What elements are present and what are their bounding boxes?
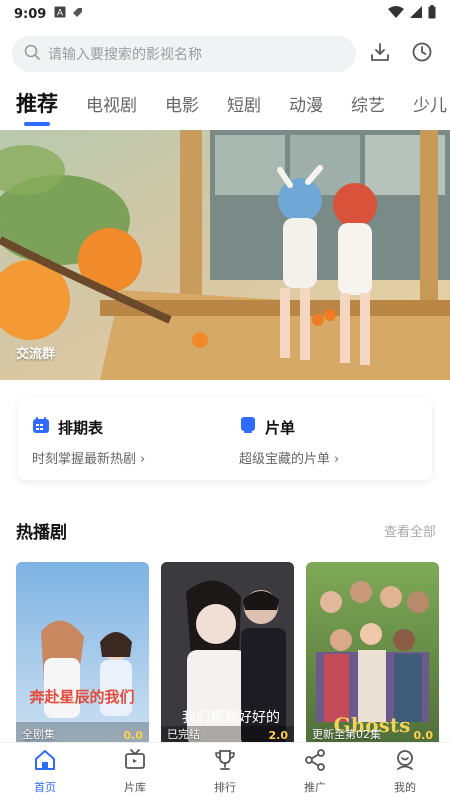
home-icon [33,748,57,776]
poster-card[interactable]: 奔赴星辰的我们 全剧集 0.0 [16,562,149,746]
bottom-nav: 首页 片库 排行 推广 我的 [0,742,450,800]
download-button[interactable] [362,36,398,72]
search-input[interactable]: 请输入要搜索的影视名称 [12,36,356,72]
poster-card[interactable]: Ghosts 更新至第02集 0.0 [306,562,439,746]
poster-score: 0.0 [413,729,434,742]
tab-kids[interactable]: 少儿 [413,91,447,128]
category-tabs: 推荐 电视剧 电影 短剧 动漫 综艺 少儿 [0,84,450,128]
nav-ranking[interactable]: 排行 [180,743,270,800]
user-icon [393,748,417,776]
hot-series-header: 热播剧 查看全部 [16,518,436,543]
poster-badge: 已完结 [167,728,200,741]
clock-icon [411,41,433,67]
playlist-subtitle: 超级宝藏的片单 [239,452,331,467]
hero-banner[interactable]: 交流群 [0,130,450,380]
poster-image: Ghosts [306,562,439,746]
tab-recommend[interactable]: 推荐 [16,88,58,128]
battery-icon [428,5,436,23]
poster-badge: 更新至第02集 [312,728,381,741]
tv-icon [123,748,147,776]
search-row: 请输入要搜索的影视名称 [12,36,440,72]
list-icon [239,416,257,438]
download-icon [369,41,391,67]
poster-image: 奔赴星辰的我们 [16,562,149,746]
nav-profile-label: 我的 [394,781,416,794]
poster-list: 奔赴星辰的我们 全剧集 0.0 我们都要好好的 已完结 2.0 Ghosts 更… [16,562,450,746]
nav-library[interactable]: 片库 [90,743,180,800]
poster-image: 我们都要好好的 [161,562,294,746]
search-placeholder: 请输入要搜索的影视名称 [48,47,202,63]
calendar-icon [32,416,50,438]
view-all-link[interactable]: 查看全部 [384,521,436,540]
poster-badge: 全剧集 [22,728,55,741]
svg-text:A: A [57,9,64,19]
share-icon [303,748,327,776]
signal-icon [410,6,422,22]
notification-tag-icon [71,6,84,23]
tab-movie[interactable]: 电影 [165,91,199,128]
nav-home-label: 首页 [34,781,56,794]
status-time: 9:09 [14,6,47,22]
poster-title-art: 奔赴星辰的我们 [28,688,134,706]
history-button[interactable] [404,36,440,72]
status-bar: 9:09 A [0,0,450,28]
tab-short-drama[interactable]: 短剧 [227,91,261,128]
schedule-shortcut[interactable]: 排期表 时刻掌握最新热剧 › [18,398,225,480]
notification-a-icon: A [54,6,66,22]
banner-artwork [0,130,450,380]
tab-tv-series[interactable]: 电视剧 [86,91,137,128]
nav-home[interactable]: 首页 [0,743,90,800]
chevron-right-icon: › [140,452,146,467]
tab-anime[interactable]: 动漫 [289,91,323,128]
poster-card[interactable]: 我们都要好好的 已完结 2.0 [161,562,294,746]
shortcut-card: 排期表 时刻掌握最新热剧 › 片单 超级宝藏的片单 › [18,398,432,480]
poster-title-art: 我们都要好好的 [182,710,280,726]
playlist-shortcut[interactable]: 片单 超级宝藏的片单 › [225,398,432,480]
playlist-title: 片单 [265,418,296,437]
poster-score: 2.0 [268,729,289,742]
nav-profile[interactable]: 我的 [360,743,450,800]
wifi-icon [388,6,404,22]
search-icon [24,44,40,64]
poster-score: 0.0 [123,729,144,742]
nav-library-label: 片库 [124,781,146,794]
tab-variety[interactable]: 综艺 [351,91,385,128]
schedule-title: 排期表 [58,418,104,437]
trophy-icon [213,748,237,776]
nav-promote-label: 推广 [304,781,326,794]
nav-promote[interactable]: 推广 [270,743,360,800]
schedule-subtitle: 时刻掌握最新热剧 [32,452,137,467]
section-title: 热播剧 [16,522,67,543]
banner-label: 交流群 [16,347,56,362]
chevron-right-icon: › [334,452,340,467]
nav-ranking-label: 排行 [214,781,236,794]
